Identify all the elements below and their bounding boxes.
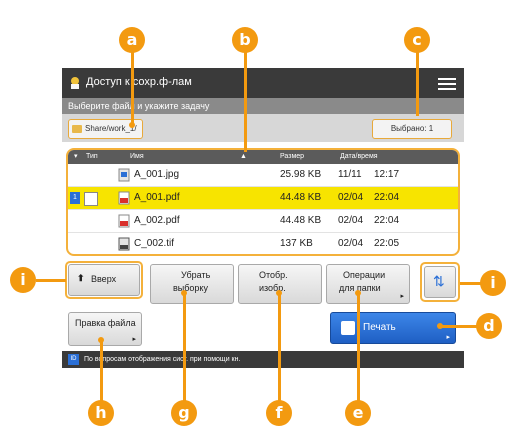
info-icon: ID [68,354,79,365]
refresh-button-highlight [420,262,460,302]
status-bar: ID По вопросам отображения сист. при пом… [62,351,464,368]
callout-g-leader [183,293,186,403]
callout-e-anchor [355,290,361,296]
file-list: ▾ Тип Имя ▲ Размер Дата/время A_001.jpg … [66,148,460,256]
callout-g-anchor [181,290,187,296]
table-header: ▾ Тип Имя ▲ Размер Дата/время [68,150,458,164]
file-date: 02/04 [338,192,364,203]
pdf-file-icon [118,214,130,228]
menu-icon[interactable] [438,75,456,91]
callout-f-anchor [276,290,282,296]
callout-h-leader [100,340,103,403]
callout-f-leader [278,293,281,403]
title-bar: Доступ к сохр.ф-лам [62,68,464,98]
file-date: 11/11 [338,169,362,180]
table-row[interactable]: A_001.jpg 25.98 KB 11/11 12:17 [68,164,458,187]
file-size: 44.48 KB [280,192,322,203]
file-size: 137 KB [280,238,313,249]
table-row[interactable]: A_002.pdf 44.48 KB 02/04 22:04 [68,210,458,233]
file-name: A_001.pdf [134,192,180,203]
sort-chevron-icon[interactable]: ▾ [74,150,78,164]
pdf-file-icon [118,191,130,205]
callout-e: e [345,400,371,426]
submenu-arrow-icon: ▸ [400,293,404,300]
edit-file-label: Правка файла [75,318,136,328]
callout-d-leader [440,325,478,328]
instruction-text: Выберите файл и укажите задачу [62,98,464,114]
clear-selection-line2: выборку [173,283,208,293]
callout-a-leader [131,52,134,125]
callout-h-anchor [98,337,104,343]
callout-e-leader [357,293,360,403]
selected-count: Выбрано: 1 [372,119,452,139]
sort-ascending-icon: ▲ [240,153,247,160]
submenu-arrow-icon: ▸ [132,336,136,343]
up-button-highlight [65,261,143,299]
file-time: 22:05 [374,238,400,249]
display-image-line1: Отобр. [259,270,288,280]
col-type[interactable]: Тип [86,150,98,164]
callout-c: c [404,27,430,53]
callout-c-leader [416,52,419,116]
device-screen: Доступ к сохр.ф-лам Выберите файл и укаж… [62,68,464,368]
callout-g: g [171,400,197,426]
print-icon [341,321,355,335]
file-date: 02/04 [338,215,364,226]
edit-file-button[interactable]: Правка файла ▸ [68,312,142,346]
callout-f: f [266,400,292,426]
table-row[interactable]: C_002.tif 137 KB 02/04 22:05 [68,233,458,254]
col-size[interactable]: Размер [280,150,304,164]
callout-b: b [232,27,258,53]
callout-a: a [119,27,145,53]
callout-d-anchor [437,323,443,329]
file-time: 22:04 [374,192,400,203]
file-size: 44.48 KB [280,215,322,226]
selection-checkbox[interactable] [84,192,98,206]
callout-i-left: i [10,267,36,293]
path-bar: Share/work_1/ Выбрано: 1 [62,114,464,142]
file-time: 12:17 [374,169,400,180]
submenu-arrow-icon: ▸ [446,334,450,341]
folder-operations-line1: Операции [343,270,386,280]
file-name: A_002.pdf [134,215,180,226]
callout-i-right: i [480,270,506,296]
status-text: По вопросам отображения сист. при помощи… [84,356,241,363]
tif-file-icon [118,237,130,251]
stored-files-icon [71,77,79,89]
file-date: 02/04 [338,238,364,249]
folder-icon [72,125,82,133]
callout-i-right-leader [460,282,482,285]
file-time: 22:04 [374,215,400,226]
callout-d: d [476,313,502,339]
image-file-icon [118,168,130,182]
folder-operations-button[interactable]: Операции для папки ▸ [326,264,410,304]
file-size: 25.98 KB [280,169,322,180]
table-row-selected[interactable]: 1 A_001.pdf 44.48 KB 02/04 22:04 [68,187,458,210]
callout-i-left-leader [36,279,66,282]
file-name: C_002.tif [134,238,175,249]
callout-h: h [88,400,114,426]
clear-selection-line1: Убрать [181,270,211,280]
window-title: Доступ к сохр.ф-лам [86,76,192,88]
selection-marker-icon: 1 [70,192,80,204]
col-name[interactable]: Имя [130,150,144,164]
print-label: Печать [363,322,396,333]
file-name: A_001.jpg [134,169,180,180]
col-datetime[interactable]: Дата/время [340,150,378,164]
callout-b-leader [244,52,247,152]
callout-a-anchor [129,122,135,128]
clear-selection-button[interactable]: Убрать выборку [150,264,234,304]
